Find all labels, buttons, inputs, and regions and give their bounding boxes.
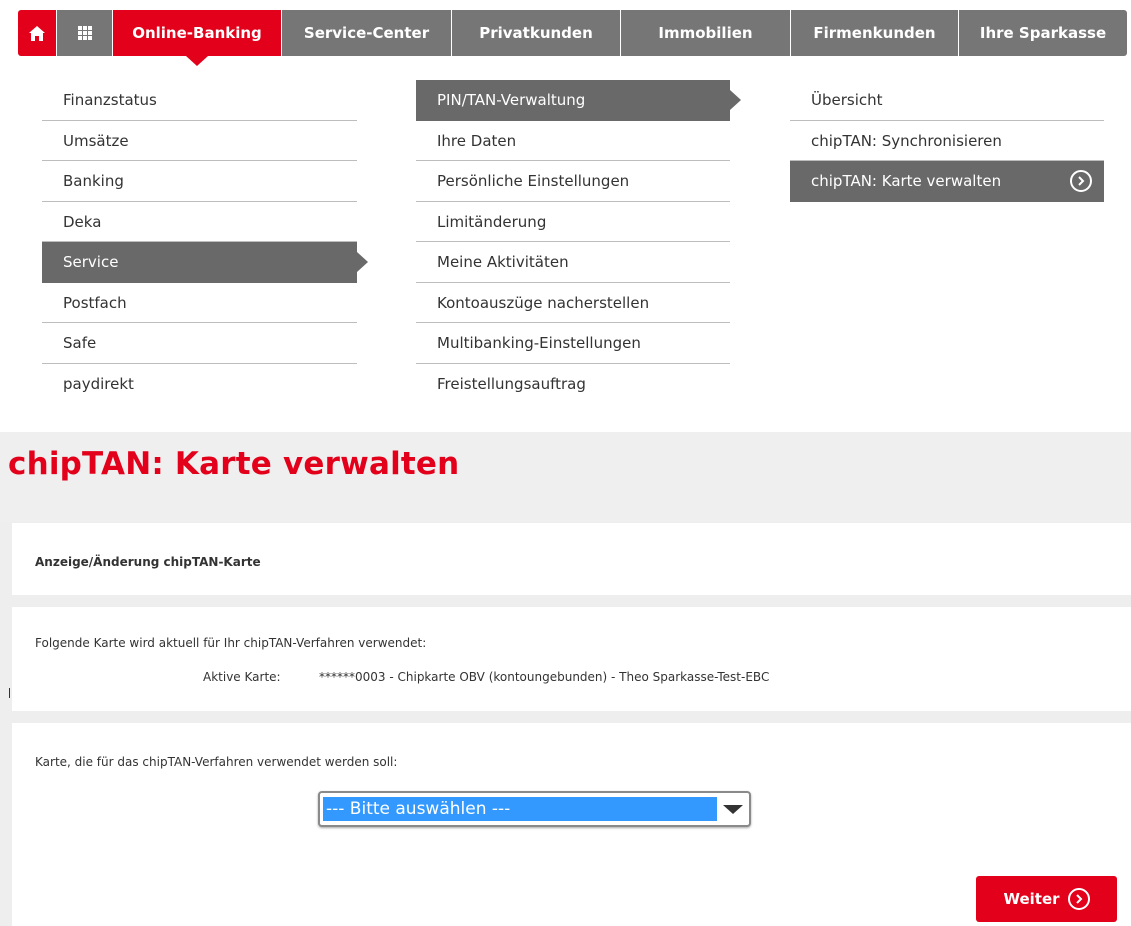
nav-label: Online-Banking xyxy=(132,24,262,42)
menu-item-label: Übersicht xyxy=(811,91,883,109)
menu-item-label: Ihre Daten xyxy=(437,131,517,150)
nav-label: Immobilien xyxy=(658,24,753,42)
menu-item-finanzstatus[interactable]: Finanzstatus xyxy=(42,80,357,121)
menu-column-main: Finanzstatus Umsätze Banking Deka Servic… xyxy=(42,80,368,405)
menu-item-banking[interactable]: Banking xyxy=(42,161,357,202)
home-icon xyxy=(29,25,45,41)
menu-item-multibanking[interactable]: Multibanking-Einstellungen xyxy=(416,323,730,364)
text-cursor-mark xyxy=(9,688,10,698)
menu-item-chiptan-synchronisieren[interactable]: chipTAN: Synchronisieren xyxy=(790,121,1104,161)
menu-item-persoenliche-einstellungen[interactable]: Persönliche Einstellungen xyxy=(416,161,730,202)
active-card-intro: Folgende Karte wird aktuell für Ihr chip… xyxy=(35,636,427,650)
chevron-right-circle-icon xyxy=(1067,888,1090,910)
menu-item-label: Safe xyxy=(63,334,97,352)
nav-label: Firmenkunden xyxy=(813,24,936,42)
menu-item-uebersicht[interactable]: Übersicht xyxy=(790,80,1104,121)
page-title: chipTAN: Karte verwalten xyxy=(8,446,460,482)
active-card-value: ******0003 - Chipkarte OBV (kontoungebun… xyxy=(319,670,770,684)
select-selected-value: --- Bitte auswählen --- xyxy=(323,797,717,821)
menu-item-label: chipTAN: Karte verwalten xyxy=(811,172,1002,190)
menu-item-label: Postfach xyxy=(63,293,127,312)
nav-firmenkunden[interactable]: Firmenkunden xyxy=(791,10,958,56)
menu-column-pin-tan: Übersicht chipTAN: Synchronisieren chipT… xyxy=(790,80,1104,202)
menu-item-paydirekt[interactable]: paydirekt xyxy=(42,364,357,405)
menu-item-label: Banking xyxy=(63,172,124,190)
nav-service-center[interactable]: Service-Center xyxy=(282,10,451,56)
menu-column-service: PIN/TAN-Verwaltung Ihre Daten Persönlich… xyxy=(416,80,741,405)
menu-item-label: chipTAN: Synchronisieren xyxy=(811,131,1002,150)
menu-item-label: paydirekt xyxy=(63,374,134,393)
card-select-dropdown[interactable]: --- Bitte auswählen --- xyxy=(318,791,751,827)
menu-item-label: PIN/TAN-Verwaltung xyxy=(437,91,586,109)
active-indicator-arrow xyxy=(186,56,208,66)
menu-item-label: Umsätze xyxy=(63,131,129,150)
menu-item-label: Kontoauszüge nacherstellen xyxy=(437,293,650,312)
menu-item-label: Freistellungsauftrag xyxy=(437,374,586,393)
menu-item-meine-aktivitaeten[interactable]: Meine Aktivitäten xyxy=(416,242,730,283)
menu-item-label: Finanzstatus xyxy=(63,91,157,109)
menu-item-service[interactable]: Service xyxy=(42,242,368,283)
home-button[interactable] xyxy=(18,10,56,56)
apps-grid-icon xyxy=(77,26,92,40)
section-card-header: Anzeige/Änderung chipTAN-Karte xyxy=(12,523,1131,595)
section-card-active-card: Folgende Karte wird aktuell für Ihr chip… xyxy=(12,607,1131,711)
menu-item-chiptan-karte-verwalten[interactable]: chipTAN: Karte verwalten xyxy=(790,161,1104,202)
nav-ihre-sparkasse[interactable]: Ihre Sparkasse xyxy=(959,10,1127,56)
menu-item-freistellungsauftrag[interactable]: Freistellungsauftrag xyxy=(416,364,730,405)
menu-item-label: Persönliche Einstellungen xyxy=(437,172,630,190)
weiter-label: Weiter xyxy=(1003,890,1060,908)
menu-item-ihre-daten[interactable]: Ihre Daten xyxy=(416,121,730,161)
chevron-right-circle-icon xyxy=(1070,170,1092,192)
menu-item-label: Multibanking-Einstellungen xyxy=(437,334,641,352)
menu-item-label: Meine Aktivitäten xyxy=(437,253,569,271)
nav-immobilien[interactable]: Immobilien xyxy=(621,10,790,56)
section-heading: Anzeige/Änderung chipTAN-Karte xyxy=(35,555,261,569)
dropdown-arrow-icon xyxy=(723,805,743,814)
menu-item-postfach[interactable]: Postfach xyxy=(42,283,357,323)
menu-item-kontoauszuege[interactable]: Kontoauszüge nacherstellen xyxy=(416,283,730,323)
menu-item-label: Service xyxy=(63,253,119,271)
nav-label: Privatkunden xyxy=(479,24,593,42)
menu-item-label: Deka xyxy=(63,212,102,231)
active-card-label: Aktive Karte: xyxy=(203,670,281,684)
top-navigation: Online-Banking Service-Center Privatkund… xyxy=(18,10,1127,66)
nav-privatkunden[interactable]: Privatkunden xyxy=(452,10,620,56)
menu-item-umsaetze[interactable]: Umsätze xyxy=(42,121,357,161)
nav-online-banking[interactable]: Online-Banking xyxy=(113,10,281,66)
menu-item-limitaenderung[interactable]: Limitänderung xyxy=(416,202,730,242)
nav-label: Ihre Sparkasse xyxy=(979,24,1107,42)
menu-item-pin-tan-verwaltung[interactable]: PIN/TAN-Verwaltung xyxy=(416,80,741,121)
menu-item-deka[interactable]: Deka xyxy=(42,202,357,242)
apps-button[interactable] xyxy=(57,10,112,56)
card-selection-prompt: Karte, die für das chipTAN-Verfahren ver… xyxy=(35,755,398,769)
menu-item-safe[interactable]: Safe xyxy=(42,323,357,364)
nav-label: Service-Center xyxy=(303,24,430,42)
weiter-button[interactable]: Weiter xyxy=(976,876,1117,922)
menu-item-label: Limitänderung xyxy=(437,212,547,231)
